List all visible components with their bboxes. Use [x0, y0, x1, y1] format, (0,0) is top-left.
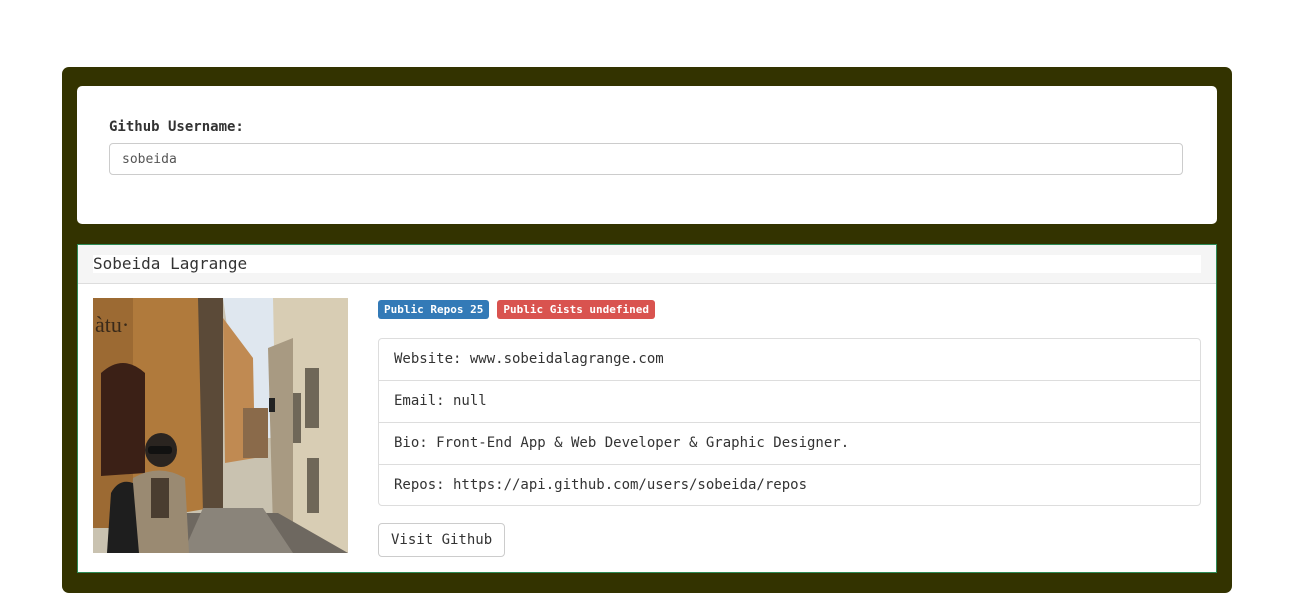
public-repos-badge: Public Repos 25	[378, 300, 490, 319]
repos-item: Repos: https://api.github.com/users/sobe…	[394, 477, 808, 493]
website-item: Website: www.sobeidalagrange.com	[379, 339, 1200, 381]
profile-name: Sobeida Lagrange	[93, 255, 1201, 273]
username-label: Github Username:	[109, 119, 244, 135]
app-frame: Github Username: Sobeida Lagrange àtu·	[62, 67, 1232, 593]
search-card: Github Username:	[77, 86, 1217, 224]
badge-group: Public Repos 25 Public Gists undefined	[378, 300, 656, 320]
profile-panel: Sobeida Lagrange àtu· Public Repos 25 Pu…	[77, 244, 1217, 573]
profile-details-list: Website: www.sobeidalagrange.com Email: …	[378, 338, 1201, 506]
public-gists-badge: Public Gists undefined	[497, 300, 656, 319]
avatar-photo: àtu·	[93, 298, 348, 553]
panel-heading: Sobeida Lagrange	[78, 245, 1216, 284]
wall-lettering: àtu·	[95, 312, 129, 337]
bio-item: Bio: Front-End App & Web Developer & Gra…	[379, 423, 1200, 465]
username-input[interactable]	[109, 143, 1183, 175]
email-item: Email: null	[379, 381, 1200, 423]
avatar: àtu·	[93, 298, 348, 553]
visit-github-button[interactable]: Visit Github	[378, 523, 506, 557]
